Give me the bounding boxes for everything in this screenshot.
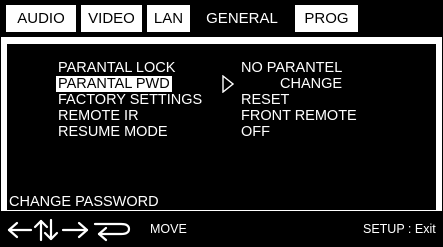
menu-item-parental-pwd-label: PARANTAL PWD	[56, 76, 172, 92]
nav-arrows-icon	[7, 218, 131, 242]
help-text: CHANGE PASSWORD	[9, 194, 159, 210]
tab-video[interactable]: VIDEO	[81, 5, 142, 32]
footer-spacer	[199, 212, 360, 247]
return-icon	[93, 222, 131, 242]
menu-item-remote-ir[interactable]: REMOTE IR	[58, 108, 139, 124]
tab-lan[interactable]: LAN	[147, 5, 190, 32]
menu-value-parental-pwd: CHANGE	[280, 76, 343, 92]
arrow-right-icon	[61, 221, 89, 239]
tab-general[interactable]: GENERAL	[191, 5, 293, 32]
menu-item-factory-settings[interactable]: FACTORY SETTINGS	[58, 92, 202, 108]
arrow-left-icon	[7, 221, 33, 239]
menu-value-resume-mode: OFF	[241, 124, 270, 140]
selection-pointer-icon	[222, 75, 234, 93]
menu-item-parental-pwd[interactable]: PARANTAL PWD	[56, 76, 172, 92]
menu-item-resume-mode[interactable]: RESUME MODE	[58, 124, 168, 140]
tab-prog[interactable]: PROG	[295, 5, 358, 32]
menu-value-factory-settings: RESET	[241, 92, 290, 108]
navigation-keys	[1, 212, 143, 247]
arrow-up-icon	[33, 219, 49, 242]
tab-bar: AUDIO VIDEO LAN GENERAL PROG	[1, 1, 442, 37]
osd-screen: AUDIO VIDEO LAN GENERAL PROG PARANTAL LO…	[0, 0, 443, 247]
setup-exit-label: SETUP : Exit	[360, 212, 442, 247]
arrow-down-icon	[43, 218, 59, 241]
tab-audio[interactable]: AUDIO	[6, 5, 76, 32]
move-label: MOVE	[143, 212, 199, 247]
menu-value-parental-lock: NO PARANTEL	[241, 60, 343, 76]
settings-panel: PARANTAL LOCK NO PARANTEL PARANTAL PWD C…	[7, 44, 436, 210]
menu-value-remote-ir: FRONT REMOTE	[241, 108, 357, 124]
footer-bar: MOVE SETUP : Exit	[1, 211, 442, 247]
menu-item-parental-lock[interactable]: PARANTAL LOCK	[58, 60, 175, 76]
